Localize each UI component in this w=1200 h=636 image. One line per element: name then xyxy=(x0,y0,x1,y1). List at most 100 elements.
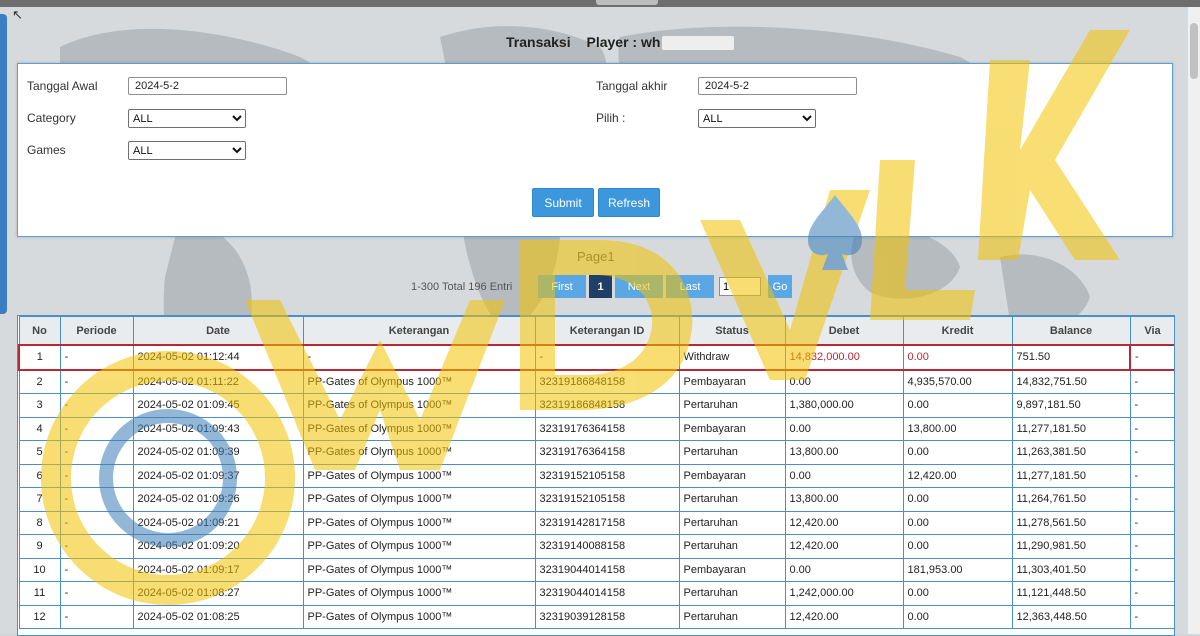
cell-periode: - xyxy=(59,416,134,441)
category-label: Category xyxy=(27,111,76,125)
cell-balance: 12,363,448.50 xyxy=(1011,604,1131,629)
cell-balance: 751.50 xyxy=(1011,344,1131,371)
cell-debet: 1,242,000.00 xyxy=(784,581,904,606)
go-button[interactable]: Go xyxy=(768,275,792,298)
cell-no: 2 xyxy=(18,369,61,394)
cell-via: - xyxy=(1129,440,1174,465)
page-title: Transaksi Player : wh xyxy=(506,34,735,51)
table-row[interactable]: 7-2024-05-02 01:09:26 PP-Gates of Olympus… xyxy=(18,487,1174,512)
cell-status: Pertaruhan xyxy=(678,440,786,465)
col-header-debet[interactable]: Debet xyxy=(784,316,904,346)
pilih-select[interactable]: ALL xyxy=(698,109,816,128)
left-side-tab[interactable] xyxy=(0,14,7,314)
redacted-player-name xyxy=(662,36,735,51)
col-header-keterangan-id[interactable]: Keterangan ID xyxy=(534,316,680,346)
cell-keterangan-id: 32319152105158 xyxy=(534,487,680,512)
cell-no: 12 xyxy=(18,604,61,629)
col-header-keterangan[interactable]: Keterangan xyxy=(302,316,536,346)
cell-keterangan-id: 32319044014158 xyxy=(534,557,680,582)
last-page-button[interactable]: Last xyxy=(666,275,714,298)
cell-status: Pertaruhan xyxy=(678,487,786,512)
cell-keterangan-id: 32319044014158 xyxy=(534,581,680,606)
goto-page-input[interactable] xyxy=(719,277,761,296)
mouse-cursor-icon: ↖ xyxy=(12,8,23,23)
cell-debet: 0.00 xyxy=(784,557,904,582)
table-row[interactable]: 5-2024-05-02 01:09:39 PP-Gates of Olympus… xyxy=(18,440,1174,465)
games-select[interactable]: ALL xyxy=(128,141,246,160)
col-header-kredit[interactable]: Kredit xyxy=(902,316,1013,346)
first-page-button[interactable]: First xyxy=(538,275,586,298)
cell-keterangan: PP-Gates of Olympus 1000™ xyxy=(302,440,536,465)
cell-no: 6 xyxy=(18,463,61,488)
cell-status: Pertaruhan xyxy=(678,510,786,535)
cell-kredit: 0.00 xyxy=(902,604,1013,629)
col-header-via[interactable]: Via xyxy=(1129,316,1174,346)
cell-balance: 9,897,181.50 xyxy=(1011,393,1131,418)
cell-date: 2024-05-02 01:11:22 xyxy=(132,369,304,394)
tanggal-awal-input[interactable] xyxy=(128,77,287,95)
cell-date: 2024-05-02 01:08:27 xyxy=(132,581,304,606)
cell-via: - xyxy=(1129,604,1174,629)
cell-balance: 11,263,381.50 xyxy=(1011,440,1131,465)
table-row[interactable]: 9-2024-05-02 01:09:20 PP-Gates of Olympus… xyxy=(18,534,1174,559)
table-row[interactable]: 1-2024-05-02 01:12:44- - Withdraw 14,832,00… xyxy=(18,344,1174,371)
table-row[interactable]: 12-2024-05-02 01:08:25 PP-Gates of Olympu… xyxy=(18,604,1174,629)
cell-kredit: 0.00 xyxy=(902,510,1013,535)
current-page-button[interactable]: 1 xyxy=(589,275,612,298)
cell-keterangan-id: 32319186848158 xyxy=(534,369,680,394)
transactions-table-container: No Periode Date Keterangan Keterangan ID… xyxy=(17,315,1175,636)
table-row[interactable]: 4-2024-05-02 01:09:43 PP-Gates of Olympus… xyxy=(18,416,1174,441)
submit-button[interactable]: Submit xyxy=(532,188,594,217)
table-row[interactable]: 8-2024-05-02 01:09:21 PP-Gates of Olympus… xyxy=(18,510,1174,535)
next-page-button[interactable]: Next xyxy=(615,275,663,298)
table-row[interactable]: 2-2024-05-02 01:11:22 PP-Gates of Olympus… xyxy=(18,369,1174,394)
cell-kredit: 0.00 xyxy=(902,440,1013,465)
col-header-date[interactable]: Date xyxy=(132,316,304,346)
cell-periode: - xyxy=(59,604,134,629)
cell-date: 2024-05-02 01:09:37 xyxy=(132,463,304,488)
cell-kredit: 0.00 xyxy=(902,581,1013,606)
table-row[interactable]: 3-2024-05-02 01:09:45 PP-Gates of Olympus… xyxy=(18,393,1174,418)
cell-no: 10 xyxy=(18,557,61,582)
cell-keterangan-id: 32319186848158 xyxy=(534,393,680,418)
cell-status: Pembayaran xyxy=(678,557,786,582)
vertical-scrollbar[interactable] xyxy=(1187,7,1200,634)
cell-no: 7 xyxy=(18,487,61,512)
cell-balance: 11,303,401.50 xyxy=(1011,557,1131,582)
cell-periode: - xyxy=(59,534,134,559)
cell-no: 1 xyxy=(18,344,61,371)
pilih-label: Pilih : xyxy=(596,111,626,125)
cell-keterangan: PP-Gates of Olympus 1000™ xyxy=(302,510,536,535)
cell-status: Pembayaran xyxy=(678,463,786,488)
cell-keterangan-id: 32319142817158 xyxy=(534,510,680,535)
cell-date: 2024-05-02 01:09:21 xyxy=(132,510,304,535)
title-text: Transaksi xyxy=(506,34,571,50)
cell-keterangan-id: 32319140088158 xyxy=(534,534,680,559)
cell-balance: 11,277,181.50 xyxy=(1011,416,1131,441)
col-header-status[interactable]: Status xyxy=(678,316,786,346)
cell-kredit: 0.00 xyxy=(902,534,1013,559)
col-header-no[interactable]: No xyxy=(18,316,61,346)
cell-debet: 0.00 xyxy=(784,416,904,441)
cell-via: - xyxy=(1129,581,1174,606)
table-row[interactable]: 6-2024-05-02 01:09:37 PP-Gates of Olympus… xyxy=(18,463,1174,488)
category-select[interactable]: ALL xyxy=(128,109,246,128)
col-header-balance[interactable]: Balance xyxy=(1011,316,1131,346)
col-header-periode[interactable]: Periode xyxy=(59,316,134,346)
cell-no: 8 xyxy=(18,510,61,535)
cell-via: - xyxy=(1129,416,1174,441)
cell-no: 4 xyxy=(18,416,61,441)
refresh-button[interactable]: Refresh xyxy=(598,188,660,217)
cell-date: 2024-05-02 01:09:43 xyxy=(132,416,304,441)
tanggal-akhir-input[interactable] xyxy=(698,77,857,95)
table-body: 1-2024-05-02 01:12:44- - Withdraw 14,832,00… xyxy=(18,344,1174,629)
cell-keterangan: - xyxy=(302,344,536,371)
browser-top-bar xyxy=(0,0,1200,7)
table-row[interactable]: 10-2024-05-02 01:09:17 PP-Gates of Olympu… xyxy=(18,557,1174,582)
cell-keterangan: PP-Gates of Olympus 1000™ xyxy=(302,463,536,488)
scrollbar-thumb[interactable] xyxy=(1190,23,1198,79)
table-row[interactable]: 11-2024-05-02 01:08:27 PP-Gates of Olympu… xyxy=(18,581,1174,606)
cell-date: 2024-05-02 01:09:45 xyxy=(132,393,304,418)
cell-debet: 12,420.00 xyxy=(784,534,904,559)
cell-debet: 0.00 xyxy=(784,463,904,488)
